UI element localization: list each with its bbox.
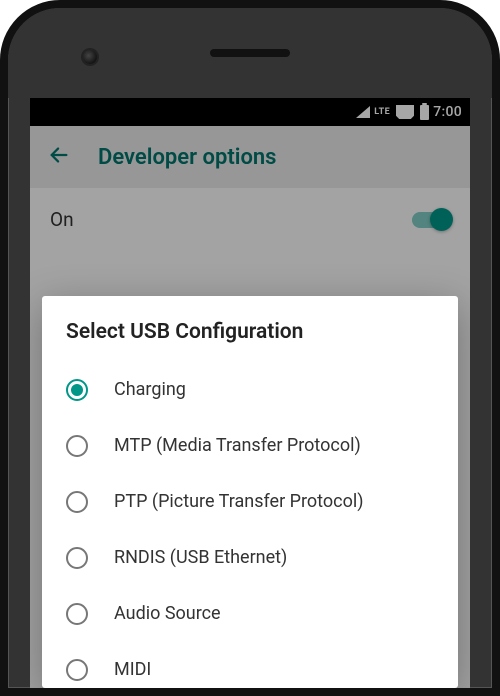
master-toggle-row[interactable]: On bbox=[30, 188, 470, 251]
cell-signal-icon bbox=[356, 106, 370, 118]
option-label: Charging bbox=[114, 378, 434, 401]
option-label: PTP (Picture Transfer Protocol) bbox=[114, 490, 434, 513]
back-arrow-icon[interactable] bbox=[48, 144, 70, 170]
speaker-grille-icon bbox=[210, 49, 290, 57]
front-camera-icon bbox=[83, 50, 97, 64]
network-type-label: LTE bbox=[374, 107, 390, 117]
page-title: Developer options bbox=[98, 145, 277, 170]
option-charging[interactable]: Charging bbox=[66, 362, 434, 418]
wifi-icon bbox=[396, 105, 414, 119]
option-label: MIDI bbox=[114, 658, 434, 681]
option-label: RNDIS (USB Ethernet) bbox=[114, 546, 434, 569]
radio-icon[interactable] bbox=[66, 379, 88, 401]
status-bar: LTE 7:00 bbox=[30, 98, 470, 126]
phone-bezel-top bbox=[8, 8, 492, 98]
option-label: Audio Source bbox=[114, 602, 434, 625]
screen: LTE 7:00 Developer options On Select USB… bbox=[30, 98, 470, 688]
option-mtp[interactable]: MTP (Media Transfer Protocol) bbox=[66, 418, 434, 474]
dialog-title: Select USB Configuration bbox=[66, 320, 434, 344]
radio-icon[interactable] bbox=[66, 547, 88, 569]
option-rndis[interactable]: RNDIS (USB Ethernet) bbox=[66, 530, 434, 586]
radio-icon[interactable] bbox=[66, 435, 88, 457]
app-bar: Developer options bbox=[30, 126, 470, 188]
radio-icon[interactable] bbox=[66, 603, 88, 625]
option-ptp[interactable]: PTP (Picture Transfer Protocol) bbox=[66, 474, 434, 530]
phone-frame: LTE 7:00 Developer options On Select USB… bbox=[0, 0, 500, 696]
radio-icon[interactable] bbox=[66, 659, 88, 681]
usb-config-dialog: Select USB Configuration Charging MTP (M… bbox=[42, 296, 458, 688]
master-toggle-label: On bbox=[50, 208, 74, 231]
option-audio-source[interactable]: Audio Source bbox=[66, 586, 434, 642]
radio-icon[interactable] bbox=[66, 491, 88, 513]
option-midi[interactable]: MIDI bbox=[66, 642, 434, 688]
clock-label: 7:00 bbox=[433, 104, 462, 120]
option-label: MTP (Media Transfer Protocol) bbox=[114, 434, 434, 457]
master-toggle-switch[interactable] bbox=[412, 212, 450, 228]
battery-icon bbox=[420, 105, 429, 120]
